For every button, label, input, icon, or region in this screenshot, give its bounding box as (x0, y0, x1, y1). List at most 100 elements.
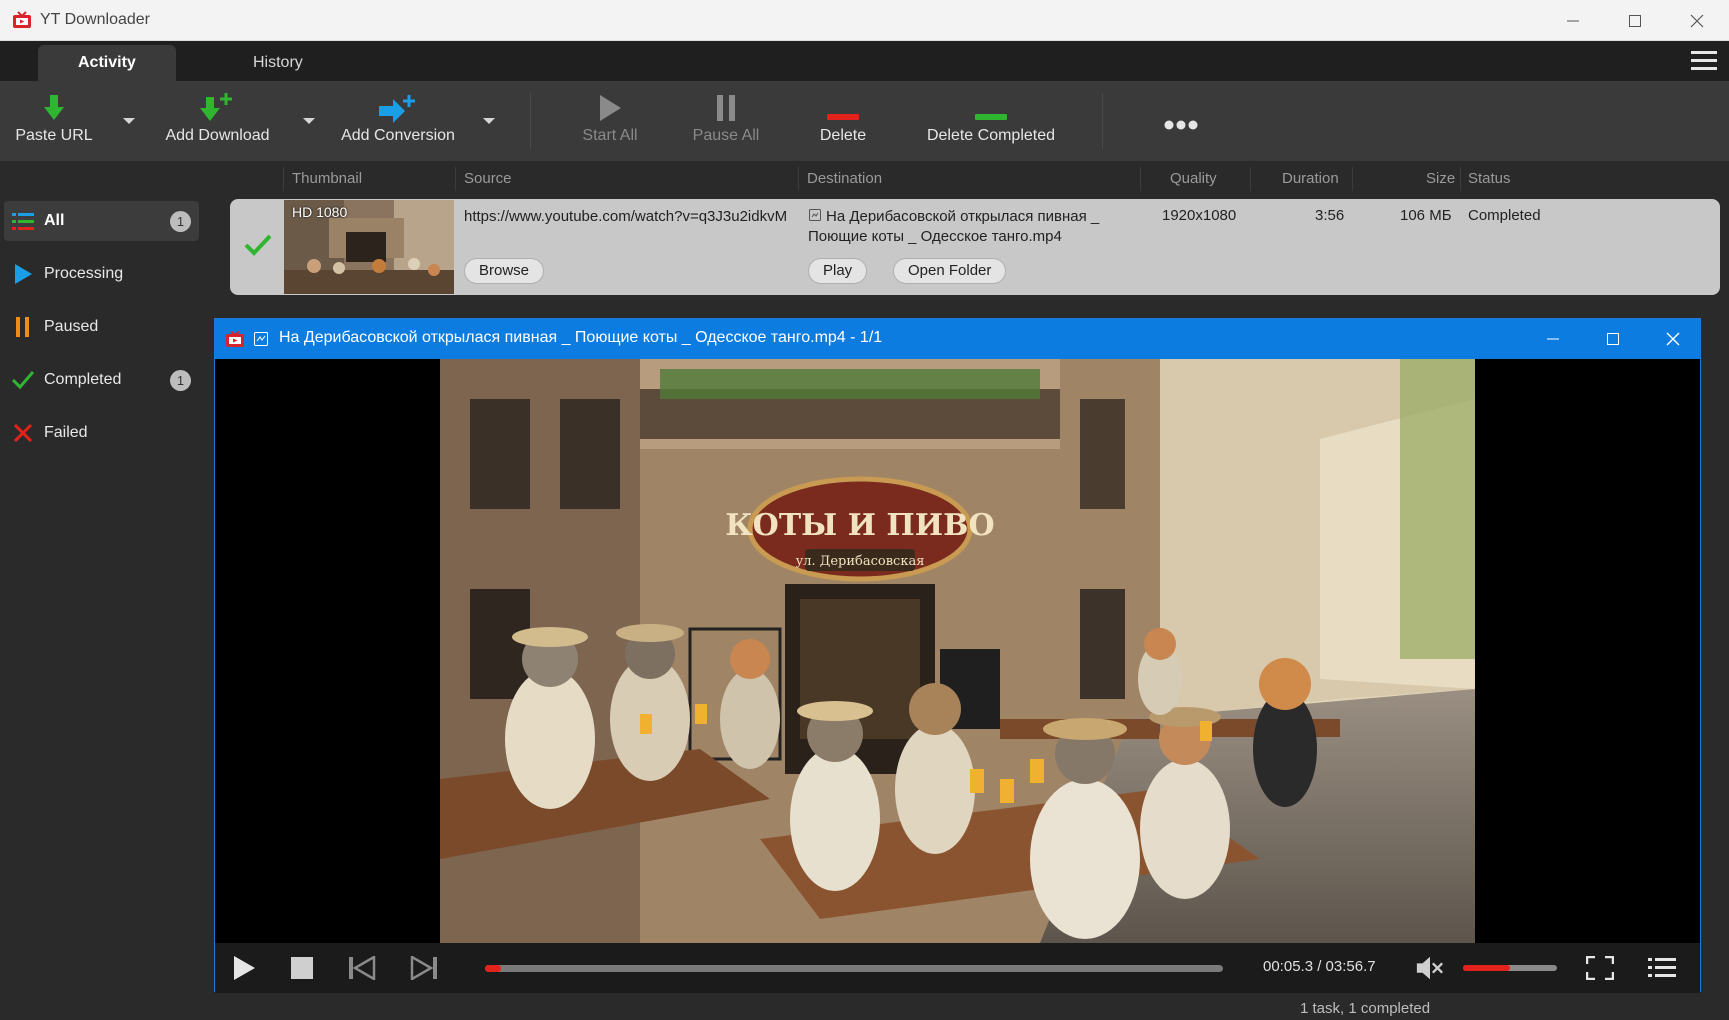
status-value: Completed (1468, 207, 1541, 224)
fullscreen-button[interactable] (1585, 953, 1615, 983)
close-icon (1690, 14, 1704, 28)
toolbar-separator (1102, 93, 1103, 149)
status-bar: 1 task, 1 completed (0, 1000, 1729, 1020)
playlist-button[interactable] (1647, 953, 1677, 983)
paste-url-button[interactable]: Paste URL (14, 81, 94, 161)
col-duration[interactable]: Duration (1282, 170, 1339, 187)
player-maximize-button[interactable] (1591, 324, 1635, 354)
sidebar: All 1 Processing Paused Completed 1 Fail… (0, 197, 205, 987)
video-sign-text: КОТЫ И ПИВО (725, 508, 994, 543)
player-close-button[interactable] (1651, 324, 1695, 354)
video-scene-image: КОТЫ И ПИВО ул. Дерибасовская (440, 359, 1475, 943)
seek-bar[interactable] (485, 965, 1223, 972)
delete-button[interactable]: Delete (803, 81, 883, 161)
sidebar-item-all[interactable]: All 1 (4, 201, 199, 241)
player-minimize-button[interactable] (1531, 324, 1575, 354)
close-icon (1666, 332, 1680, 346)
player-title-bar: На Дерибасовской открылася пивная _ Поющ… (215, 319, 1700, 359)
sidebar-item-completed[interactable]: Completed 1 (4, 360, 199, 400)
file-icon (809, 209, 821, 221)
col-status[interactable]: Status (1468, 170, 1511, 187)
minimize-icon (1567, 20, 1579, 22)
play-button[interactable]: Play (808, 258, 868, 284)
add-download-dropdown-icon[interactable] (300, 115, 318, 127)
duration-value: 3:56 (1315, 207, 1345, 224)
maximize-icon (1607, 333, 1619, 345)
volume-muted-icon (1416, 956, 1444, 980)
source-url: https://www.youtube.com/watch?v=q3J3u2id… (464, 208, 788, 225)
sidebar-item-processing[interactable]: Processing (4, 254, 199, 294)
playlist-icon (1648, 958, 1676, 977)
delete-minus-icon (827, 114, 859, 120)
pause-all-button[interactable]: Pause All (686, 81, 766, 161)
player-previous-button[interactable] (347, 953, 377, 983)
player-stop-button[interactable] (287, 953, 317, 983)
list-icon (12, 213, 34, 230)
check-icon (12, 371, 34, 390)
col-quality[interactable]: Quality (1170, 170, 1217, 187)
delete-completed-button[interactable]: Delete Completed (921, 81, 1061, 161)
destination-file: На Дерибасовской открылася пивная _ Поющ… (808, 208, 1100, 245)
start-all-button[interactable]: Start All (570, 81, 650, 161)
minimize-icon (1547, 338, 1559, 340)
x-icon (13, 423, 33, 443)
toolbar-separator (530, 93, 531, 149)
video-frame[interactable]: КОТЫ И ПИВО ул. Дерибасовская (440, 359, 1475, 943)
col-thumbnail[interactable]: Thumbnail (292, 170, 362, 187)
seek-progress (485, 965, 502, 972)
download-row[interactable]: HD 1080 https://www.youtube.com/watch?v=… (230, 199, 1720, 295)
menu-icon[interactable] (1691, 49, 1717, 73)
fullscreen-icon (1586, 956, 1614, 980)
completed-check-icon (244, 234, 272, 256)
add-download-button[interactable]: Add Download (160, 81, 275, 161)
column-header: Thumbnail Source Destination Quality Dur… (0, 161, 1729, 197)
col-destination[interactable]: Destination (807, 170, 882, 187)
skip-previous-icon (349, 956, 376, 980)
video-player-window: На Дерибасовской открылася пивная _ Поющ… (214, 318, 1701, 993)
maximize-button[interactable] (1612, 6, 1658, 36)
download-arrow-icon (44, 95, 64, 120)
play-icon (15, 264, 32, 284)
sidebar-item-paused[interactable]: Paused (4, 307, 199, 347)
player-title: На Дерибасовской открылася пивная _ Поющ… (279, 329, 883, 346)
size-value: 106 МБ (1400, 207, 1452, 224)
player-play-button[interactable] (229, 953, 259, 983)
add-conversion-button[interactable]: Add Conversion (338, 81, 458, 161)
player-next-button[interactable] (409, 953, 439, 983)
more-options-icon[interactable] (1163, 119, 1199, 131)
play-icon (234, 956, 255, 980)
video-file-icon (254, 332, 268, 346)
open-folder-button[interactable]: Open Folder (893, 258, 1007, 284)
toolbar: Paste URL Add Download Add Conversion St… (0, 81, 1729, 161)
volume-level (1463, 965, 1510, 971)
status-text: 1 task, 1 completed (1300, 1000, 1431, 1017)
window-title-bar: YT Downloader (0, 0, 1729, 41)
video-thumbnail[interactable]: HD 1080 (284, 200, 454, 294)
player-controls: 00:05.3 / 03:56.7 (215, 943, 1700, 993)
browse-button[interactable]: Browse (464, 258, 545, 284)
quality-value: 1920x1080 (1162, 207, 1237, 224)
skip-next-icon (410, 956, 437, 980)
window-title: YT Downloader (40, 11, 150, 28)
player-mute-button[interactable] (1415, 953, 1445, 983)
add-conversion-dropdown-icon[interactable] (480, 115, 498, 127)
paste-url-dropdown-icon[interactable] (120, 115, 138, 127)
video-subsign-text: ул. Дерибасовская (796, 554, 925, 569)
app-logo-icon (226, 331, 244, 347)
maximize-icon (1629, 15, 1641, 27)
volume-slider[interactable] (1463, 965, 1557, 971)
tab-history[interactable]: History (213, 45, 343, 81)
col-source[interactable]: Source (464, 170, 512, 187)
pause-icon (16, 317, 29, 337)
tab-bar: Activity History (0, 41, 1729, 81)
minimize-button[interactable] (1550, 6, 1596, 36)
quality-badge: HD 1080 (292, 204, 348, 220)
sidebar-item-failed[interactable]: Failed (4, 413, 199, 453)
count-badge: 1 (170, 211, 191, 232)
app-logo-icon (13, 11, 31, 28)
col-size[interactable]: Size (1426, 170, 1455, 187)
play-icon (600, 95, 621, 121)
tab-activity[interactable]: Activity (38, 45, 176, 81)
playback-time: 00:05.3 / 03:56.7 (1263, 958, 1376, 975)
close-button[interactable] (1674, 6, 1720, 36)
